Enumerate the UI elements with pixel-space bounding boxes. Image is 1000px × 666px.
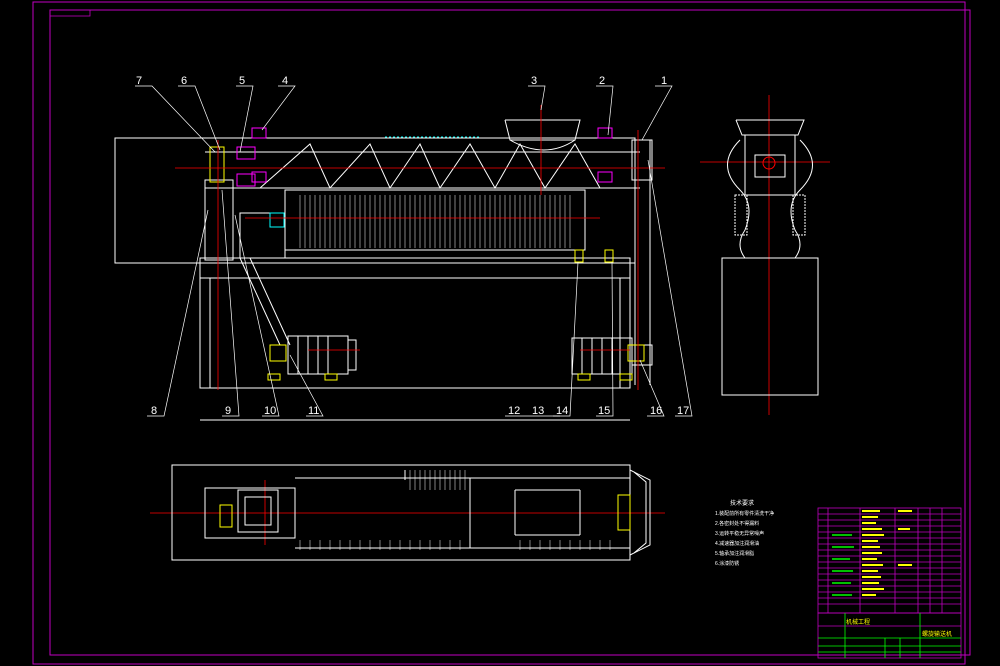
note-line: 4.减速器加注润滑油 <box>715 540 759 547</box>
part-number-labels: 7 6 5 4 3 2 1 8 9 10 11 12 13 14 15 16 1… <box>136 75 689 417</box>
side-view <box>721 119 819 396</box>
note-line: 6.涂漆防锈 <box>715 560 739 567</box>
part-label: 12 <box>508 405 520 417</box>
part-label: 6 <box>181 75 187 87</box>
top-view-hatch <box>299 470 611 550</box>
technical-notes: 技术要求 1.装配前所有零件清洗干净 2.各密封处不得漏料 3.运转平稳无异常噪… <box>715 499 774 567</box>
drum-hatch <box>299 195 571 248</box>
note-line: 3.运转平稳无异常噪声 <box>715 530 764 537</box>
notes-title: 技术要求 <box>730 499 754 507</box>
title-block-name: 螺旋输送机 <box>922 630 952 638</box>
part-label: 4 <box>282 75 288 87</box>
part-label: 5 <box>239 75 245 87</box>
part-label: 10 <box>264 405 276 417</box>
part-label: 1 <box>661 75 667 87</box>
part-label: 3 <box>531 75 537 87</box>
top-view <box>171 464 651 561</box>
front-fittings <box>209 127 645 381</box>
drawing-frame <box>32 1 971 665</box>
part-label: 8 <box>151 405 157 417</box>
drawing-name: 机械工程 <box>846 618 870 626</box>
note-line: 1.装配前所有零件清洗干净 <box>715 510 774 517</box>
parts-list-entries <box>832 510 912 596</box>
front-view <box>114 119 653 421</box>
part-label: 14 <box>556 405 568 417</box>
note-line: 2.各密封处不得漏料 <box>715 520 759 527</box>
inlet-hopper <box>504 119 581 141</box>
part-label: 7 <box>136 75 142 87</box>
part-label: 13 <box>532 405 544 417</box>
parts-list <box>817 507 962 614</box>
part-label: 2 <box>599 75 605 87</box>
part-label: 17 <box>677 405 689 417</box>
part-label: 15 <box>598 405 610 417</box>
part-label: 16 <box>650 405 662 417</box>
note-line: 5.轴承加注润滑脂 <box>715 550 754 557</box>
cad-drawing-sheet: 7 6 5 4 3 2 1 8 9 10 11 12 13 14 15 16 1… <box>32 1 971 665</box>
part-label: 11 <box>308 405 319 417</box>
screw-flight <box>259 142 601 190</box>
leader-lines <box>135 85 693 417</box>
part-label: 9 <box>225 405 231 417</box>
